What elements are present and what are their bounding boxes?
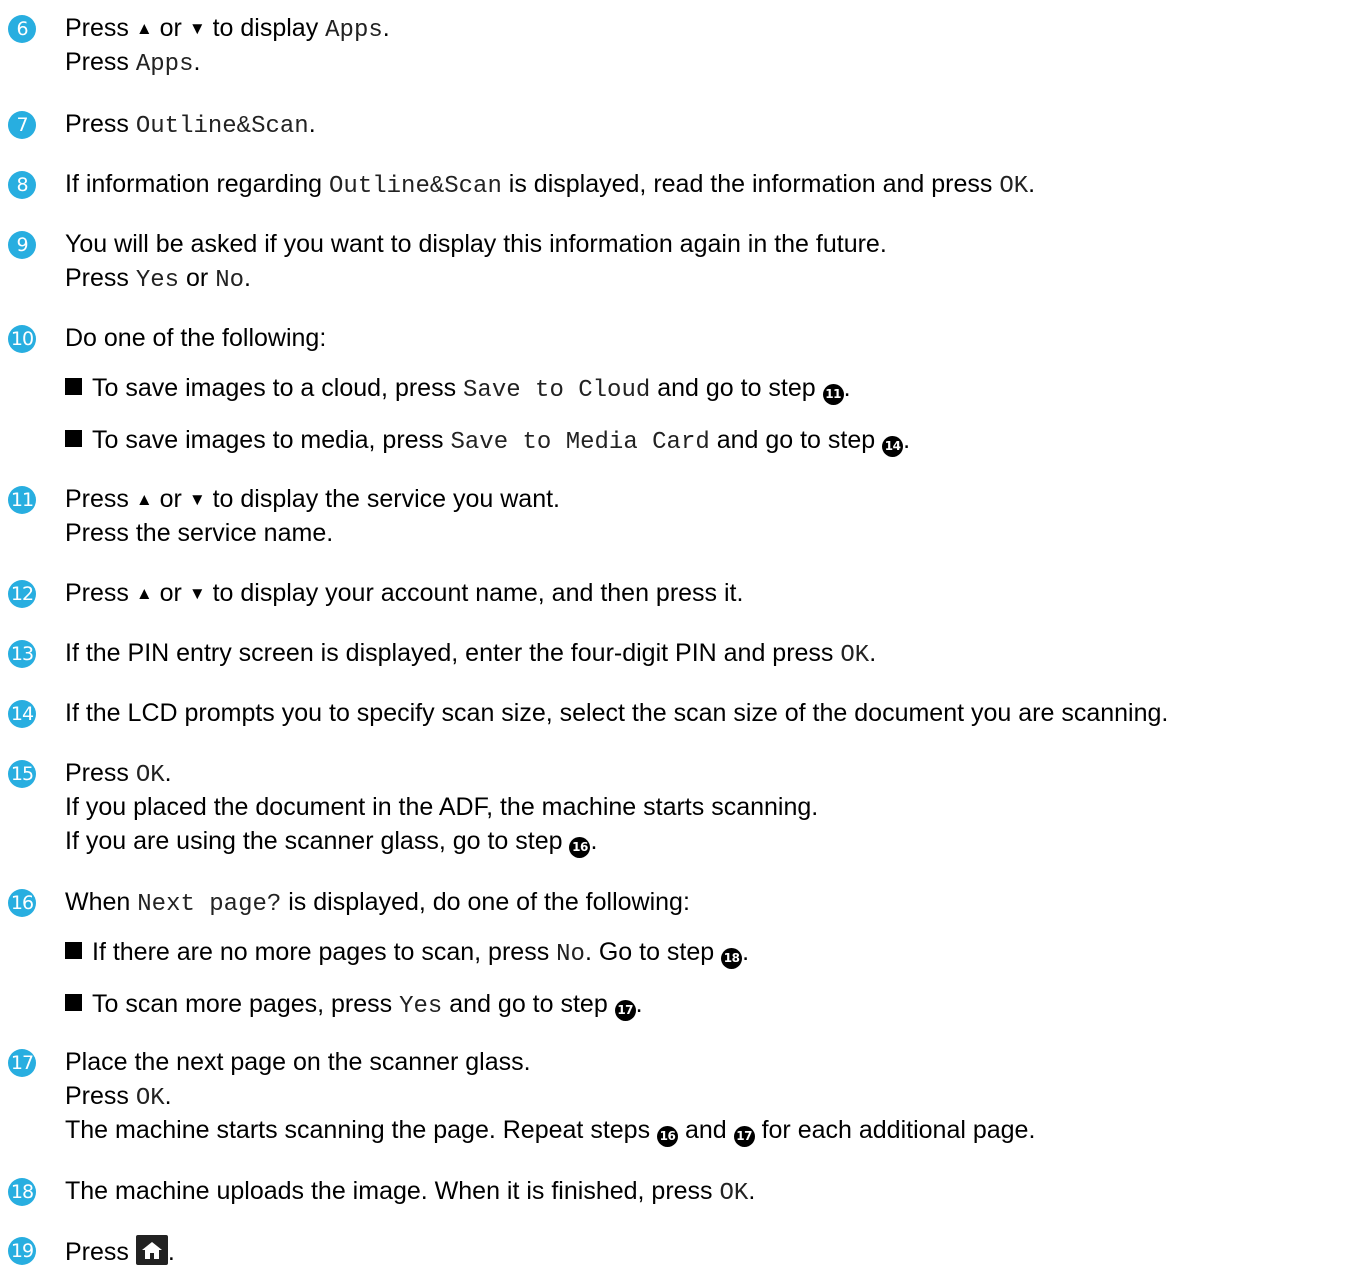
step-number-badge: 8 [8, 171, 36, 199]
lcd-label: No [556, 941, 585, 968]
step-number-badge: 13 [8, 640, 36, 668]
lcd-label: OK [135, 1085, 165, 1112]
bullet-square-icon [65, 994, 82, 1011]
home-icon [135, 1235, 168, 1265]
step-number-badge: 9 [8, 231, 36, 259]
lcd-label: Save to Media Card [450, 429, 710, 456]
step-6-line-1: Press ▲ or ▼ to display Apps. [65, 14, 390, 44]
step-number-badge: 11 [8, 486, 36, 514]
step-18-line-1: The machine uploads the image. When it i… [65, 1177, 756, 1207]
step-12-line-1: Press ▲ or ▼ to display your account nam… [65, 579, 744, 607]
lcd-label: Outline&Scan [329, 173, 502, 200]
bullet-square-icon [65, 378, 82, 395]
bullet-square-icon [65, 430, 82, 447]
lcd-label: OK [999, 173, 1029, 200]
down-arrow-icon: ▼ [188, 19, 206, 38]
step-15-line-1: Press OK. [65, 759, 172, 789]
step-number-badge: 12 [8, 580, 36, 608]
step-16-line-1: When Next page? is displayed, do one of … [65, 888, 690, 918]
lcd-label: Save to Cloud [463, 377, 651, 404]
step-15-line-2: If you placed the document in the ADF, t… [65, 793, 819, 821]
step-17-line-3: The machine starts scanning the page. Re… [65, 1115, 1035, 1147]
step-number-badge: 18 [8, 1178, 36, 1206]
step-reference-badge: 16 [657, 1126, 679, 1147]
step-number-badge: 15 [8, 760, 36, 788]
step-10-bullet-2: To save images to media, press Save to M… [65, 425, 910, 458]
step-10-line-1: Do one of the following: [65, 324, 327, 352]
step-14-line-1: If the LCD prompts you to specify scan s… [65, 699, 1169, 727]
step-15-line-3: If you are using the scanner glass, go t… [65, 826, 597, 858]
down-arrow-icon: ▼ [188, 490, 206, 509]
step-number-badge: 7 [8, 111, 36, 139]
step-11-line-2: Press the service name. [65, 519, 334, 547]
lcd-label: Apps [325, 17, 383, 44]
up-arrow-icon: ▲ [135, 490, 153, 509]
step-17-line-1: Place the next page on the scanner glass… [65, 1048, 531, 1076]
step-19-line-1: Press . [65, 1235, 175, 1267]
lcd-label: Outline&Scan [135, 113, 309, 140]
step-number-badge: 19 [8, 1237, 36, 1265]
step-6-line-2: Press Apps. [65, 48, 201, 78]
step-number-badge: 6 [8, 15, 36, 43]
step-11-line-1: Press ▲ or ▼ to display the service you … [65, 485, 560, 513]
down-arrow-icon: ▼ [188, 584, 206, 603]
lcd-label: No [215, 267, 245, 294]
lcd-label: OK [135, 762, 165, 789]
step-8-line-1: If information regarding Outline&Scan is… [65, 170, 1036, 200]
step-16-bullet-1: If there are no more pages to scan, pres… [65, 937, 749, 970]
step-number-badge: 10 [8, 325, 36, 353]
step-13-line-1: If the PIN entry screen is displayed, en… [65, 639, 877, 669]
step-reference-badge: 11 [822, 384, 844, 405]
step-reference-badge: 16 [569, 837, 591, 858]
up-arrow-icon: ▲ [135, 584, 153, 603]
step-9-line-2: Press Yes or No. [65, 264, 251, 294]
lcd-label: Yes [135, 267, 180, 294]
step-17-line-2: Press OK. [65, 1082, 172, 1112]
step-reference-badge: 18 [721, 948, 743, 969]
step-10-bullet-1: To save images to a cloud, press Save to… [65, 373, 851, 406]
step-number-badge: 16 [8, 889, 36, 917]
lcd-label: Yes [399, 993, 443, 1020]
lcd-label: OK [840, 642, 870, 669]
step-number-badge: 17 [8, 1049, 36, 1077]
step-16-bullet-2: To scan more pages, press Yes and go to … [65, 989, 643, 1022]
up-arrow-icon: ▲ [135, 19, 153, 38]
step-9-line-1: You will be asked if you want to display… [65, 230, 887, 258]
step-reference-badge: 17 [614, 1000, 636, 1021]
step-number-badge: 14 [8, 700, 36, 728]
lcd-label: OK [719, 1180, 749, 1207]
step-reference-badge: 14 [882, 436, 904, 457]
step-7-line-1: Press Outline&Scan. [65, 110, 316, 140]
bullet-square-icon [65, 942, 82, 959]
lcd-label: Apps [135, 51, 194, 78]
step-reference-badge: 17 [733, 1126, 755, 1147]
lcd-label: Next page? [137, 891, 282, 918]
